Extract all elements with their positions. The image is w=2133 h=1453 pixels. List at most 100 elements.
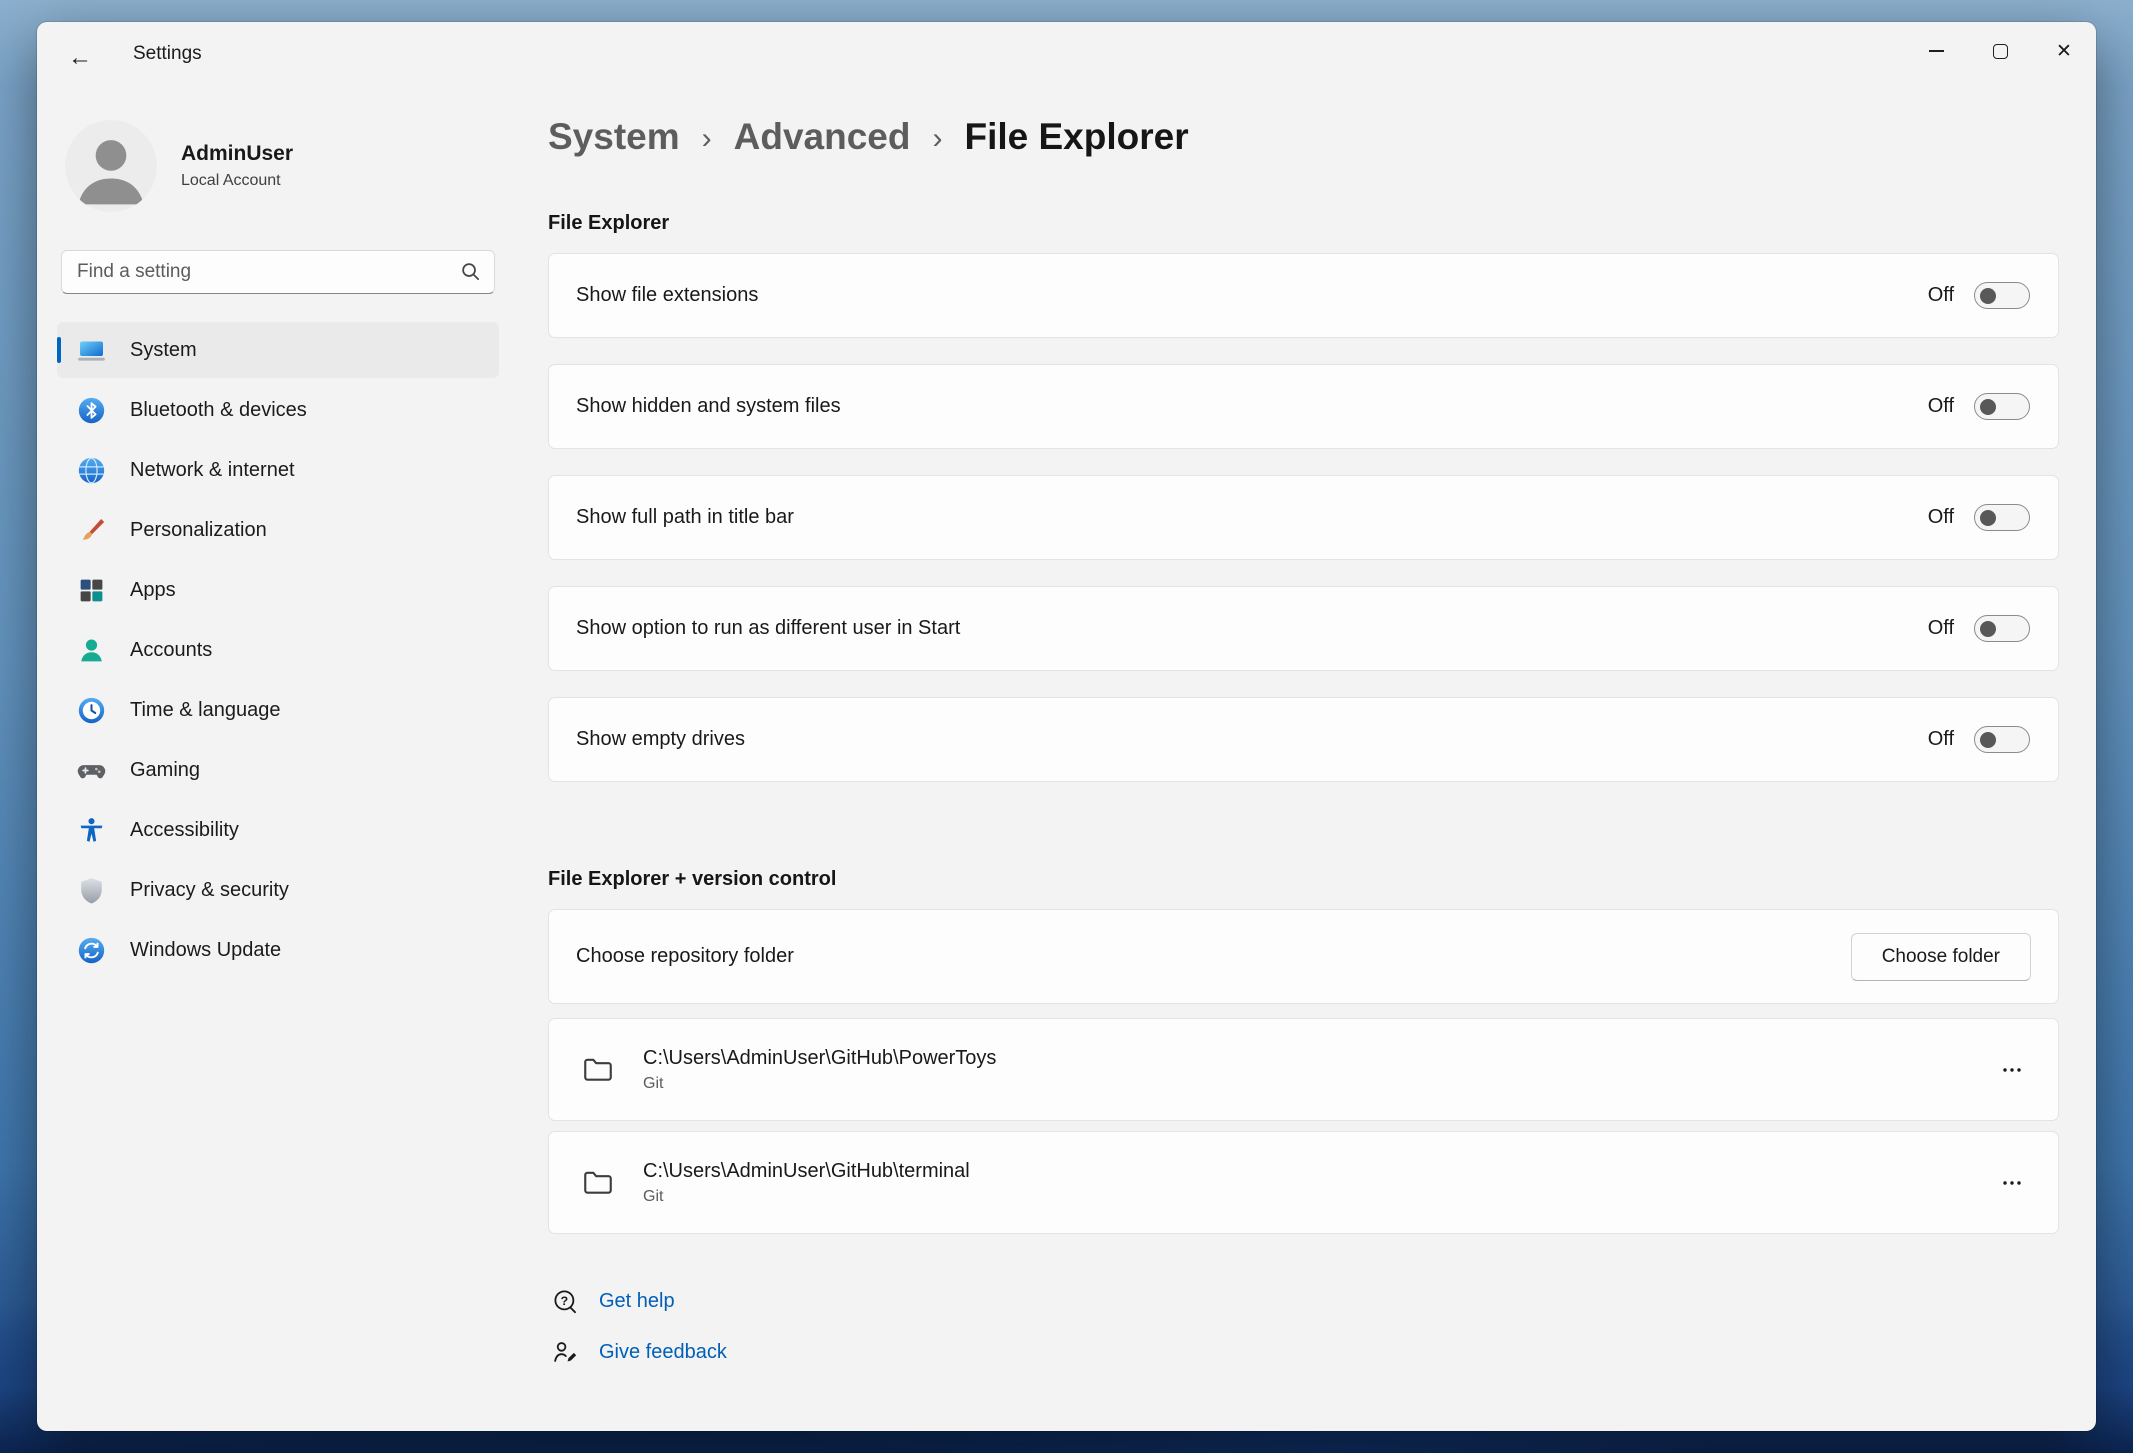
repository-info: C:\Users\AdminUser\GitHub\terminal Git: [643, 1160, 970, 1206]
toggle-knob: [1980, 288, 1996, 304]
sidebar-item-label: Accounts: [130, 639, 212, 662]
system-icon: [77, 336, 106, 365]
ellipsis-icon: [2000, 1171, 2024, 1195]
sidebar-item-label: Windows Update: [130, 939, 281, 962]
toggle-group: Off: [1928, 726, 2030, 753]
toggle-switch[interactable]: [1974, 393, 2030, 420]
toggle-group: Off: [1928, 282, 2030, 309]
toggle-state-label: Off: [1928, 506, 1954, 529]
main-content: System › Advanced › File Explorer File E…: [548, 92, 2059, 1431]
choose-folder-button[interactable]: Choose folder: [1851, 933, 2031, 981]
toggle-switch[interactable]: [1974, 504, 2030, 531]
network-globe-icon: [77, 456, 106, 485]
sidebar-item-bluetooth-devices[interactable]: Bluetooth & devices: [57, 382, 499, 438]
svg-text:?: ?: [561, 1294, 569, 1308]
setting-label: Show full path in title bar: [576, 506, 794, 529]
get-help-link[interactable]: Get help: [599, 1290, 675, 1313]
clock-icon: [77, 696, 106, 725]
setting-card-show-full-path: Show full path in title bar Off: [548, 475, 2059, 560]
breadcrumb-advanced[interactable]: Advanced: [734, 116, 911, 158]
sidebar-item-time-language[interactable]: Time & language: [57, 682, 499, 738]
help-icon: ?: [552, 1288, 579, 1315]
app-title: Settings: [133, 22, 202, 86]
search-box: [61, 250, 495, 294]
user-account-type: Local Account: [181, 172, 293, 190]
setting-label: Show empty drives: [576, 728, 745, 751]
chevron-right-icon: ›: [702, 118, 712, 156]
settings-window: ← Settings ✕ Admi: [37, 22, 2096, 1431]
sidebar-item-label: Network & internet: [130, 459, 295, 482]
close-button[interactable]: ✕: [2032, 22, 2096, 80]
accessibility-person-icon: [77, 816, 106, 845]
sidebar-item-network-internet[interactable]: Network & internet: [57, 442, 499, 498]
repository-vcs: Git: [643, 1188, 970, 1206]
toggle-state-label: Off: [1928, 617, 1954, 640]
setting-label: Show file extensions: [576, 284, 758, 307]
sidebar-item-label: Accessibility: [130, 819, 239, 842]
sidebar-item-label: Apps: [130, 579, 176, 602]
more-options-button[interactable]: [1990, 1048, 2034, 1092]
repository-vcs: Git: [643, 1075, 996, 1093]
breadcrumb-system[interactable]: System: [548, 116, 680, 158]
more-options-button[interactable]: [1990, 1161, 2034, 1205]
setting-card-show-file-extensions: Show file extensions Off: [548, 253, 2059, 338]
sidebar-item-system[interactable]: System: [57, 322, 499, 378]
toggle-switch[interactable]: [1974, 615, 2030, 642]
sidebar-item-gaming[interactable]: Gaming: [57, 742, 499, 798]
repository-path: C:\Users\AdminUser\GitHub\terminal: [643, 1160, 970, 1183]
game-controller-icon: [77, 756, 106, 785]
setting-label: Show option to run as different user in …: [576, 617, 960, 640]
setting-card-show-empty-drives: Show empty drives Off: [548, 697, 2059, 782]
sidebar-item-accessibility[interactable]: Accessibility: [57, 802, 499, 858]
sidebar-item-label: Gaming: [130, 759, 200, 782]
setting-card-run-as-different-user: Show option to run as different user in …: [548, 586, 2059, 671]
sidebar-item-label: Bluetooth & devices: [130, 399, 307, 422]
close-icon: ✕: [2056, 42, 2072, 61]
folder-icon: [581, 1053, 615, 1087]
toggle-knob: [1980, 621, 1996, 637]
minimize-button[interactable]: [1904, 22, 1968, 80]
shield-icon: [77, 876, 106, 905]
chevron-right-icon: ›: [932, 118, 942, 156]
toggle-switch[interactable]: [1974, 726, 2030, 753]
sidebar-item-apps[interactable]: Apps: [57, 562, 499, 618]
section-title-version-control: File Explorer + version control: [548, 868, 2059, 891]
sidebar-item-label: Privacy & security: [130, 879, 289, 902]
breadcrumb: System › Advanced › File Explorer: [548, 116, 2059, 158]
give-feedback-row: Give feedback: [552, 1339, 2059, 1366]
selected-indicator: [57, 337, 61, 363]
maximize-button[interactable]: [1968, 22, 2032, 80]
user-card[interactable]: AdminUser Local Account: [65, 120, 491, 212]
sidebar: AdminUser Local Account System: [37, 92, 519, 1431]
sidebar-item-accounts[interactable]: Accounts: [57, 622, 499, 678]
search-input[interactable]: [61, 250, 495, 294]
sidebar-item-label: System: [130, 339, 197, 362]
sidebar-item-label: Time & language: [130, 699, 280, 722]
maximize-icon: [1993, 44, 2008, 59]
setting-label: Show hidden and system files: [576, 395, 841, 418]
accounts-person-icon: [77, 636, 106, 665]
sidebar-nav: System Bluetooth & devices: [57, 322, 499, 978]
toggle-knob: [1980, 510, 1996, 526]
user-info: AdminUser Local Account: [181, 142, 293, 190]
bluetooth-icon: [77, 396, 106, 425]
give-feedback-link[interactable]: Give feedback: [599, 1341, 727, 1364]
toggle-state-label: Off: [1928, 728, 1954, 751]
minimize-icon: [1929, 50, 1944, 52]
repository-info: C:\Users\AdminUser\GitHub\PowerToys Git: [643, 1047, 996, 1093]
page-title: File Explorer: [964, 116, 1188, 158]
toggle-group: Off: [1928, 393, 2030, 420]
toggle-switch[interactable]: [1974, 282, 2030, 309]
back-arrow-icon: ←: [68, 44, 92, 72]
choose-repository-card: Choose repository folder Choose folder: [548, 909, 2059, 1004]
chooser-label: Choose repository folder: [576, 945, 794, 968]
footer-links: ? Get help Give feedback: [548, 1288, 2059, 1366]
back-button[interactable]: ←: [57, 37, 103, 79]
sidebar-item-label: Personalization: [130, 519, 267, 542]
sidebar-item-personalization[interactable]: Personalization: [57, 502, 499, 558]
sidebar-item-windows-update[interactable]: Windows Update: [57, 922, 499, 978]
get-help-row: ? Get help: [552, 1288, 2059, 1315]
sidebar-item-privacy-security[interactable]: Privacy & security: [57, 862, 499, 918]
toggle-knob: [1980, 732, 1996, 748]
toggle-knob: [1980, 399, 1996, 415]
